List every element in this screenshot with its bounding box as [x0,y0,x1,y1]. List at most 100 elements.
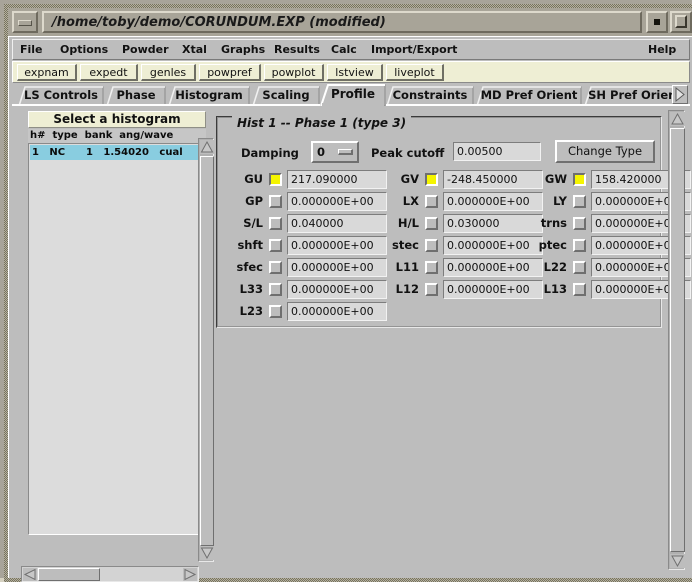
refine-checkbox[interactable] [425,261,438,274]
toolbar-button-powpref[interactable]: powpref [199,64,261,81]
change-type-button[interactable]: Change Type [555,140,655,163]
parameter-label: ptec [538,238,567,252]
tab-profile[interactable]: Profile [320,84,386,106]
scrollbar-thumb[interactable] [200,156,214,546]
refine-checkbox[interactable] [269,195,282,208]
refine-checkbox[interactable] [573,261,586,274]
triangle-up-icon [200,140,214,153]
parameter-input[interactable]: 0.000000E+00 [287,280,387,299]
parameter-gp: GP 0.000000E+00 [219,191,387,213]
refine-checkbox[interactable] [573,283,586,296]
refine-checkbox[interactable] [573,173,586,186]
parameter-label: stec [392,238,419,252]
refine-checkbox[interactable] [425,239,438,252]
refine-checkbox[interactable] [269,283,282,296]
minimize-button[interactable] [646,11,668,33]
parameter-label: S/L [243,216,263,230]
tab-sh-pref-orient[interactable]: SH Pref Orient [584,86,686,106]
maximize-button[interactable] [670,11,692,33]
damping-option-menu[interactable]: 0 [311,141,359,163]
refine-checkbox[interactable] [269,239,282,252]
scroll-up-button[interactable] [200,140,214,154]
parameter-input[interactable]: 217.090000 [287,170,387,189]
refine-checkbox[interactable] [269,217,282,230]
tab-scaling[interactable]: Scaling [252,86,320,106]
menu-item-results[interactable]: Results [273,42,321,58]
title-bar-text-panel: /home/toby/demo/CORUNDUM.EXP (modified) [42,11,642,33]
refine-checkbox[interactable] [573,239,586,252]
scroll-left-button[interactable] [23,568,37,581]
parameter-row: L33 0.000000E+00 L12 0.000000E+00 L13 0.… [219,279,691,301]
parameter-label: L13 [543,282,567,296]
menu-item-xtal[interactable]: Xtal [181,42,208,58]
histogram-list-vertical-scrollbar[interactable] [198,138,214,562]
tab-phase[interactable]: Phase [106,86,166,106]
parameter-input[interactable]: 0.000000E+00 [287,302,387,321]
parameter-row: sfec 0.000000E+00 L11 0.000000E+00 L22 0… [219,257,691,279]
profile-tab-content: Select a histogram h# type bank ang/wave… [12,106,691,582]
menu-item-options[interactable]: Options [59,42,109,58]
parameter-input[interactable]: 0.000000E+00 [287,192,387,211]
refine-checkbox[interactable] [269,261,282,274]
refine-checkbox[interactable] [425,173,438,186]
tab-constraints[interactable]: Constraints [386,86,474,106]
refine-checkbox[interactable] [573,195,586,208]
tab-label: Phase [116,88,156,102]
parameter-l22: L22 0.000000E+00 [525,257,691,279]
window-title: /home/toby/demo/CORUNDUM.EXP (modified) [52,15,386,30]
profile-parameters-pane: Damping 0 Peak cutoff 0.00500 Change Typ… [216,110,691,566]
tab-md-pref-orient[interactable]: MD Pref Orient [476,86,582,106]
tab-scroll-right-button[interactable] [672,85,688,104]
scroll-down-button[interactable] [200,546,214,560]
parameter-label: GW [544,172,567,186]
parameter-l11: L11 0.000000E+00 [375,257,543,279]
tab-label: Scaling [262,88,310,102]
peak-cutoff-input[interactable]: 0.00500 [453,142,541,161]
list-item[interactable]: 1 NC 1 1.54020 cual [30,145,205,160]
toolbar-button-lstview[interactable]: lstview [327,64,383,81]
tab-label: MD Pref Orient [480,88,578,102]
menu-item-help[interactable]: Help [647,42,677,58]
tab-label: Constraints [392,88,468,102]
parameter-l13: L13 0.000000E+00 [525,279,691,301]
toolbar-button-powplot[interactable]: powplot [264,64,324,81]
parameter-input[interactable]: 0.000000E+00 [287,258,387,277]
parameter-label: GP [245,194,263,208]
scroll-down-button[interactable] [670,554,685,568]
toolbar-button-expnam[interactable]: expnam [17,64,77,81]
scroll-up-button[interactable] [670,112,685,126]
refine-checkbox[interactable] [573,217,586,230]
refine-checkbox[interactable] [269,173,282,186]
tab-histogram[interactable]: Histogram [168,86,250,106]
chevron-right-icon [675,86,685,103]
parameter-label: H/L [397,216,419,230]
toolbar-button-expedt[interactable]: expedt [80,64,138,81]
parameter-label: shft [237,238,263,252]
menu-item-graphs[interactable]: Graphs [220,42,266,58]
menu-item-powder[interactable]: Powder [121,42,170,58]
damping-label: Damping [241,146,299,160]
profile-pane-vertical-scrollbar[interactable] [668,110,685,570]
parameter-shft: shft 0.000000E+00 [219,235,387,257]
toolbar-button-genles[interactable]: genles [141,64,196,81]
refine-checkbox[interactable] [269,305,282,318]
refine-checkbox[interactable] [425,283,438,296]
histogram-listbox[interactable]: 1 NC 1 1.54020 cual [28,143,206,535]
client-area: File Options Powder Xtal Graphs Results … [8,36,692,582]
parameter-input[interactable]: 0.000000E+00 [287,236,387,255]
refine-checkbox[interactable] [425,195,438,208]
scroll-right-button[interactable] [183,568,197,581]
parameter-label: GU [244,172,263,186]
histogram-column-header: h# type bank ang/wave [28,129,206,143]
toolbar-button-liveplot[interactable]: liveplot [386,64,444,81]
scrollbar-thumb[interactable] [38,568,100,581]
tab-ls-controls[interactable]: LS Controls [18,86,104,106]
window-menu-button[interactable] [12,11,38,33]
histogram-list-horizontal-scrollbar[interactable] [21,566,199,582]
parameter-input[interactable]: 0.040000 [287,214,387,233]
menu-item-file[interactable]: File [19,42,44,58]
menu-item-calc[interactable]: Calc [330,42,358,58]
refine-checkbox[interactable] [425,217,438,230]
menu-item-import-export[interactable]: Import/Export [370,42,458,58]
scrollbar-thumb[interactable] [670,128,685,552]
